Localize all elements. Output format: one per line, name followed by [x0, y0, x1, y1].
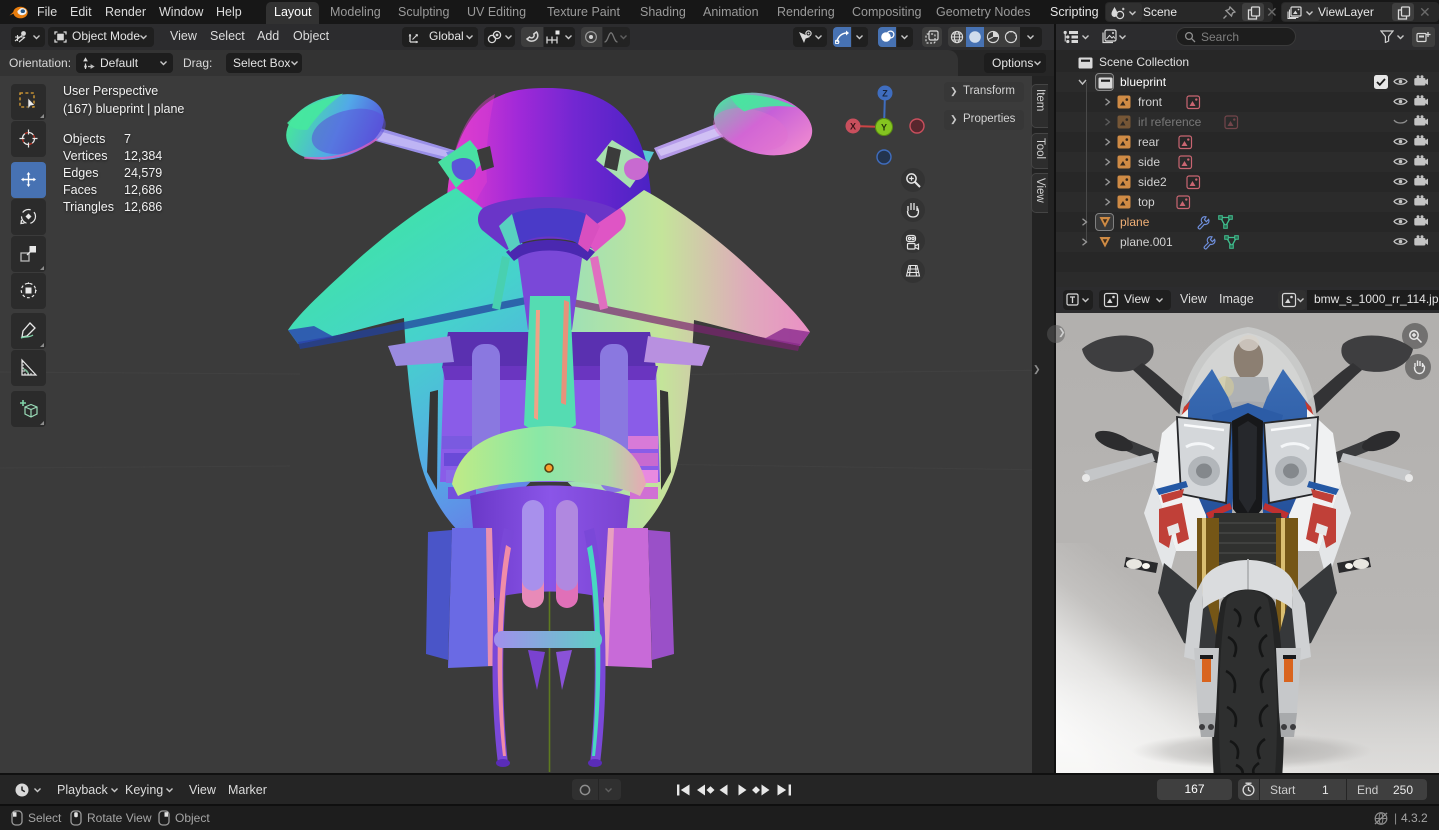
svg-text:Z: Z — [882, 89, 888, 99]
svg-text:X: X — [850, 122, 856, 132]
svg-text:Y: Y — [881, 123, 887, 133]
